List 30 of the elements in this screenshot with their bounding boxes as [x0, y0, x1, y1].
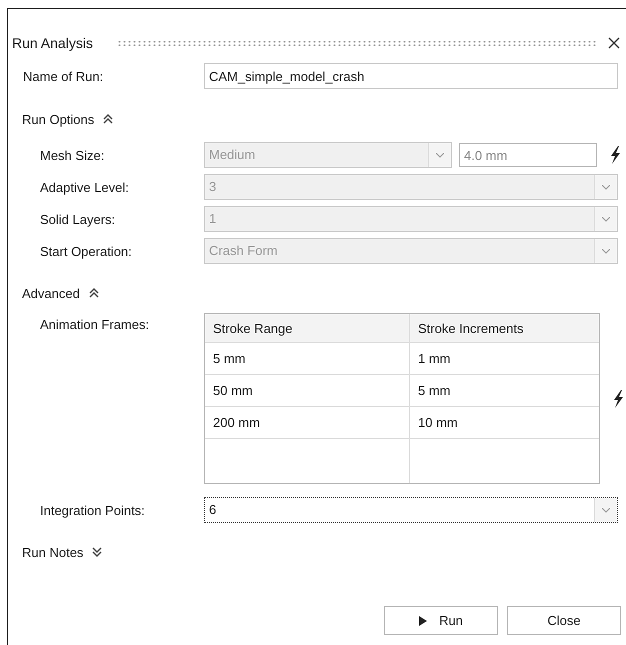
- expand-icon[interactable]: [91, 546, 104, 558]
- run-button[interactable]: Run: [384, 606, 498, 635]
- name-input[interactable]: CAM_simple_model_crash: [204, 63, 618, 89]
- lightning-icon[interactable]: [609, 146, 621, 164]
- table-cell[interactable]: 10 mm: [409, 407, 599, 438]
- table-cell[interactable]: 1 mm: [409, 343, 599, 374]
- field-label: Start Operation:: [39, 244, 133, 258]
- column-header: Stroke Increments: [409, 314, 599, 342]
- table-cell[interactable]: 50 mm: [205, 375, 409, 406]
- field-label: Integration Points:: [39, 502, 146, 518]
- table-cell[interactable]: 200 mm: [205, 407, 409, 438]
- window-title: Run Analysis: [12, 35, 93, 51]
- dropdown[interactable]: 6: [204, 497, 618, 523]
- section-title: Run Options: [22, 112, 94, 126]
- field-label: Solid Layers:: [39, 212, 116, 226]
- field-label: Mesh Size:: [39, 148, 106, 162]
- play-icon: [419, 616, 428, 626]
- collapse-icon[interactable]: [88, 287, 100, 299]
- field-label: Name of Run:: [22, 68, 104, 84]
- table-cell[interactable]: 5 mm: [205, 343, 409, 374]
- close-button[interactable]: Close: [507, 606, 621, 635]
- section-title: Advanced: [22, 286, 80, 300]
- close-icon[interactable]: [608, 37, 620, 49]
- lightning-icon[interactable]: [612, 390, 624, 408]
- table-cell[interactable]: 5 mm: [409, 375, 599, 406]
- collapse-icon[interactable]: [102, 113, 114, 125]
- field-label: Adaptive Level:: [39, 180, 130, 194]
- field-label: Animation Frames:: [39, 316, 150, 332]
- column-header: Stroke Range: [212, 320, 294, 338]
- section-title: Run Notes: [22, 544, 84, 560]
